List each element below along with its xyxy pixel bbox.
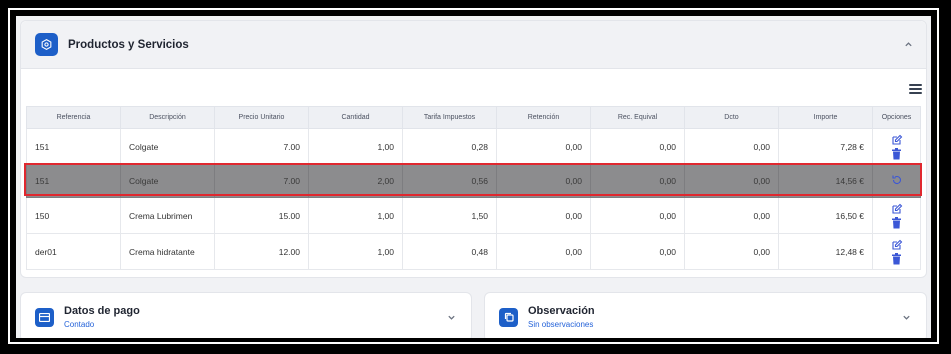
col-header[interactable]: Referencia — [26, 106, 121, 129]
col-header[interactable]: Precio Unitario — [214, 106, 309, 129]
table-toolbar — [21, 69, 926, 107]
cell-ret: 0,00 — [496, 164, 591, 198]
cell-qty: 2,00 — [308, 164, 403, 198]
cell-desc: Crema hidratante — [120, 233, 215, 270]
cell-rec: 0,00 — [590, 197, 685, 234]
cell-options — [872, 233, 921, 270]
table-header-row: Referencia Descripción Precio Unitario C… — [26, 106, 921, 129]
col-header[interactable]: Tarifa Impuestos — [402, 106, 497, 129]
cell-price: 12.00 — [214, 233, 309, 270]
cell-ref: 150 — [26, 197, 121, 234]
table-row-highlighted[interactable]: 151 Colgate 7.00 2,00 0,56 0,00 0,00 0,0… — [26, 164, 921, 198]
cell-ret: 0,00 — [496, 128, 591, 165]
cell-qty: 1,00 — [308, 128, 403, 165]
copy-icon — [499, 307, 518, 327]
observation-title: Observación — [528, 305, 595, 317]
observation-panel[interactable]: Observación Sin observaciones — [484, 292, 927, 338]
cell-ref: 151 — [26, 128, 121, 165]
cell-price: 15.00 — [214, 197, 309, 234]
page-area: Productos y Servicios Referencia Descrip… — [16, 16, 931, 338]
payment-text: Datos de pago Contado — [64, 305, 140, 329]
cell-amount: 16,50 € — [778, 197, 873, 234]
cell-desc: Colgate — [120, 128, 215, 165]
payment-subtitle: Contado — [64, 320, 95, 329]
table-row[interactable]: der01 Crema hidratante 12.00 1,00 0,48 0… — [26, 233, 921, 270]
products-icon — [35, 33, 58, 56]
edit-icon[interactable] — [891, 134, 903, 146]
menu-icon[interactable] — [909, 84, 922, 94]
cell-options — [872, 164, 921, 198]
screenshot-frame: Productos y Servicios Referencia Descrip… — [8, 8, 939, 344]
cell-amount: 12,48 € — [778, 233, 873, 270]
col-header[interactable]: Retención — [496, 106, 591, 129]
undo-icon[interactable] — [891, 174, 903, 186]
cell-ret: 0,00 — [496, 233, 591, 270]
cell-desc: Crema Lubrimen — [120, 197, 215, 234]
cell-dcto: 0,00 — [684, 197, 779, 234]
cell-dcto: 0,00 — [684, 128, 779, 165]
cell-amount: 7,28 € — [778, 128, 873, 165]
cell-desc: Colgate — [120, 164, 215, 198]
cell-ref: 151 — [26, 164, 121, 198]
cell-options — [872, 197, 921, 234]
delete-icon[interactable] — [891, 147, 902, 160]
cell-tax: 1,50 — [402, 197, 497, 234]
delete-icon[interactable] — [891, 252, 902, 265]
cell-tax: 0,48 — [402, 233, 497, 270]
table-row[interactable]: 150 Crema Lubrimen 15.00 1,00 1,50 0,00 … — [26, 197, 921, 234]
chevron-down-icon[interactable] — [900, 311, 912, 323]
cell-tax: 0,28 — [402, 128, 497, 165]
edit-icon[interactable] — [891, 239, 903, 251]
cell-rec: 0,00 — [590, 233, 685, 270]
payment-title: Datos de pago — [64, 305, 140, 317]
chevron-down-icon[interactable] — [445, 311, 457, 323]
observation-subtitle: Sin observaciones — [528, 320, 594, 329]
delete-icon[interactable] — [891, 216, 902, 229]
cell-rec: 0,00 — [590, 128, 685, 165]
cell-ref: der01 — [26, 233, 121, 270]
cell-price: 7.00 — [214, 164, 309, 198]
col-header[interactable]: Descripción — [120, 106, 215, 129]
products-table: Referencia Descripción Precio Unitario C… — [26, 106, 921, 270]
col-header: Opciones — [872, 106, 921, 129]
col-header[interactable]: Dcto — [684, 106, 779, 129]
cell-ret: 0,00 — [496, 197, 591, 234]
cell-price: 7.00 — [214, 128, 309, 165]
cell-options — [872, 128, 921, 165]
col-header[interactable]: Importe — [778, 106, 873, 129]
cell-qty: 1,00 — [308, 197, 403, 234]
cell-amount: 14,56 € — [778, 164, 873, 198]
cell-rec: 0,00 — [590, 164, 685, 198]
observation-text: Observación Sin observaciones — [528, 305, 595, 329]
cell-tax: 0,56 — [402, 164, 497, 198]
table-row[interactable]: 151 Colgate 7.00 1,00 0,28 0,00 0,00 0,0… — [26, 128, 921, 165]
col-header[interactable]: Rec. Equival — [590, 106, 685, 129]
cell-qty: 1,00 — [308, 233, 403, 270]
cell-dcto: 0,00 — [684, 233, 779, 270]
col-header[interactable]: Cantidad — [308, 106, 403, 129]
card-icon — [35, 307, 54, 327]
products-card-header[interactable]: Productos y Servicios — [21, 21, 926, 69]
products-title: Productos y Servicios — [68, 38, 189, 51]
edit-icon[interactable] — [891, 203, 903, 215]
cell-dcto: 0,00 — [684, 164, 779, 198]
payment-panel[interactable]: Datos de pago Contado — [20, 292, 472, 338]
chevron-up-icon[interactable] — [902, 39, 914, 51]
